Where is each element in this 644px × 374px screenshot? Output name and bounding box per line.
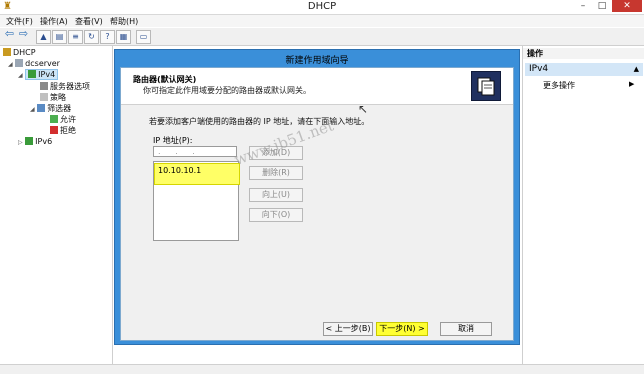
back-arrow-icon[interactable]: ⇦ — [3, 28, 16, 40]
tree-item-ipv6[interactable]: ▷ IPv6 — [18, 137, 52, 146]
console-tree: DHCP ◢ dcserver ◢ IPv4 服务器选项 策略 ◢ 筛选器 允许… — [0, 46, 113, 373]
collapse-icon[interactable]: ◢ — [8, 61, 13, 68]
filter-icon — [37, 104, 46, 112]
wizard-header: 路由器(默认网关) 你可指定此作用域要分配的路由器或默认网关。 — [121, 68, 513, 105]
window-title: DHCP — [307, 1, 337, 12]
chevron-right-icon: ▶ — [629, 80, 635, 88]
up-folder-icon[interactable]: ▲ — [36, 30, 51, 44]
options-icon — [40, 82, 48, 90]
forward-arrow-icon[interactable]: ⇨ — [17, 28, 30, 40]
refresh-icon[interactable]: ↻ — [84, 30, 99, 44]
properties-icon[interactable]: ▦ — [116, 30, 131, 44]
tree-item-deny[interactable]: 拒绝 — [50, 125, 76, 136]
tree-item-ipv4[interactable]: ◢ IPv4 — [18, 69, 59, 80]
wizard-page-subtitle: 你可指定此作用域要分配的路由器或默认网关。 — [143, 86, 311, 95]
list-item[interactable]: 10.10.10.1 — [154, 163, 240, 185]
ip-address-input[interactable]: . . . — [153, 146, 237, 157]
expand-icon[interactable]: ▷ — [18, 139, 23, 146]
monitor-icon[interactable]: ▭ — [136, 30, 151, 44]
collapse-icon[interactable]: ◢ — [18, 72, 23, 79]
actions-ipv4-section[interactable]: IPv4 ▲ — [525, 63, 643, 76]
move-down-button[interactable]: 向下(O) — [249, 208, 303, 222]
remove-button[interactable]: 删除(R) — [249, 166, 303, 180]
tree-item-filters[interactable]: ◢ 筛选器 — [30, 103, 71, 114]
tree-item-policies[interactable]: 策略 — [40, 92, 66, 103]
dhcp-icon — [3, 48, 11, 56]
menu-view[interactable]: 查看(V) — [75, 16, 103, 27]
wizard-page-title: 路由器(默认网关) — [133, 75, 197, 84]
ip-address-label: IP 地址(P): — [153, 136, 193, 145]
show-tree-icon[interactable]: ▤ — [52, 30, 67, 44]
more-actions-link[interactable]: 更多操作 ▶ — [543, 80, 634, 91]
help-icon[interactable]: ? — [100, 30, 115, 44]
tree-item-allow[interactable]: 允许 — [50, 114, 76, 125]
router-ip-list[interactable]: 10.10.10.1 — [153, 161, 240, 241]
title-bar: ♜ DHCP – □ ✕ — [0, 0, 644, 15]
menu-action[interactable]: 操作(A) — [40, 16, 68, 27]
menu-help[interactable]: 帮助(H) — [110, 16, 138, 27]
mouse-cursor-icon: ↖ — [358, 102, 369, 116]
wizard-logo-icon — [471, 71, 501, 101]
collapse-icon[interactable]: ◢ — [30, 106, 35, 113]
tree-item-server[interactable]: ◢ dcserver — [8, 59, 60, 68]
ipv4-icon — [28, 70, 37, 78]
menu-file[interactable]: 文件(F) — [6, 16, 33, 27]
close-button[interactable]: ✕ — [612, 0, 642, 12]
server-icon — [15, 59, 24, 67]
actions-header: 操作 — [523, 48, 644, 59]
cancel-button[interactable]: 取消 — [440, 322, 492, 336]
minimize-button[interactable]: – — [574, 0, 592, 12]
menu-bar: 文件(F) 操作(A) 查看(V) 帮助(H) — [0, 15, 644, 27]
wizard-instruction: 若要添加客户端使用的路由器的 IP 地址，请在下面输入地址。 — [149, 117, 370, 126]
tree-item-dhcp[interactable]: DHCP — [3, 48, 36, 57]
maximize-button[interactable]: □ — [593, 0, 611, 12]
wizard-body: 路由器(默认网关) 你可指定此作用域要分配的路由器或默认网关。 若要添加客户端使… — [120, 67, 514, 341]
wizard-title: 新建作用域向导 — [285, 56, 349, 66]
deny-icon — [50, 126, 58, 134]
collapse-up-icon[interactable]: ▲ — [634, 63, 639, 76]
actions-pane: 操作 IPv4 ▲ 更多操作 ▶ — [522, 46, 644, 373]
policy-icon — [40, 93, 48, 101]
move-up-button[interactable]: 向上(U) — [249, 188, 303, 202]
new-scope-wizard: 新建作用域向导 路由器(默认网关) 你可指定此作用域要分配的路由器或默认网关。 … — [114, 49, 520, 345]
allow-icon — [50, 115, 58, 123]
toolbar: ⇦ ⇨ ▲ ▤ ≡ ↻ ? ▦ ▭ — [0, 28, 644, 46]
ipv6-icon — [25, 137, 34, 145]
back-button[interactable]: < 上一步(B) — [323, 322, 373, 336]
next-button[interactable]: 下一步(N) > — [376, 322, 428, 336]
tree-item-server-options[interactable]: 服务器选项 — [40, 81, 90, 92]
list-icon[interactable]: ≡ — [68, 30, 83, 44]
